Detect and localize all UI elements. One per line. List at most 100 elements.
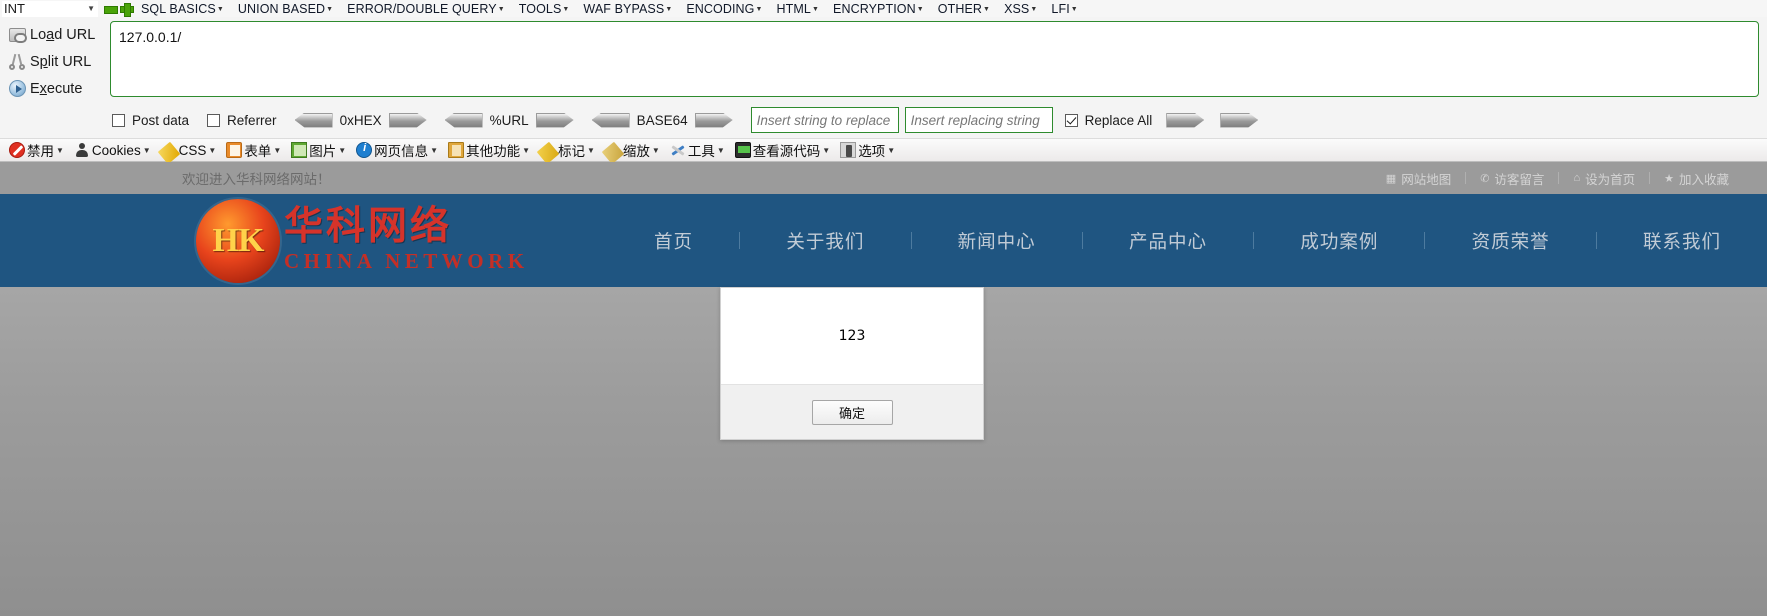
menu-label: ERROR/DOUBLE QUERY (347, 1, 497, 16)
menu-label: HTML (776, 1, 811, 16)
toolbar-item-misc[interactable]: 其他功能 ▼ (443, 140, 535, 160)
nav-item-about[interactable]: 关于我们 (780, 228, 870, 254)
collapse-icon[interactable] (104, 3, 118, 15)
menu-other[interactable]: OTHER▼ (931, 2, 997, 16)
alert-footer: 确定 (721, 384, 983, 439)
nav-item-contact[interactable]: 联系我们 (1637, 228, 1727, 254)
menu-label: ENCODING (686, 1, 755, 16)
toolbar-item-label: CSS (178, 142, 207, 158)
divider (1081, 232, 1083, 249)
toolbar-item-label: 图片 (309, 144, 337, 159)
nav-item-honors[interactable]: 资质荣誉 (1466, 228, 1556, 254)
web-developer-toolbar: 禁用 ▼ Cookies ▼ CSS ▼ 表单 ▼ 图片 ▼ 网页信息 ▼ (0, 138, 1767, 164)
nav-item-news[interactable]: 新闻中心 (952, 228, 1042, 254)
hex-decode-button[interactable] (294, 112, 333, 128)
replace-apply-button[interactable] (1166, 112, 1205, 128)
caret-icon: ▼ (338, 145, 347, 155)
toolbar-item-resize[interactable]: 缩放 ▼ (600, 140, 665, 164)
toolbar-item-label: 查看源代码 (752, 144, 821, 159)
toolbar-item-outline[interactable]: 标记 ▼ (535, 140, 600, 164)
sitemap-icon: ▦ (1385, 172, 1397, 185)
expand-icon[interactable] (120, 2, 134, 17)
brand-name-en: CHINA NETWORK (284, 249, 529, 274)
menu-label: XSS (1004, 1, 1030, 16)
toolbar-item-label: 标记 (558, 144, 585, 159)
menu-union-based[interactable]: UNION BASED▼ (231, 2, 340, 16)
menu-error-double-query[interactable]: ERROR/DOUBLE QUERY▼ (340, 2, 512, 16)
caret-icon: ▼ (522, 145, 530, 155)
menu-label: WAF BYPASS (583, 1, 665, 16)
divider (910, 232, 912, 249)
toolbar-item-forms[interactable]: 表单 ▼ (221, 140, 286, 160)
replace-all-checkbox[interactable]: Replace All (1064, 113, 1152, 128)
menu-encryption[interactable]: ENCRYPTION▼ (826, 2, 931, 16)
load-url-button[interactable]: Load URL (4, 21, 110, 48)
caret-icon: ▼ (208, 145, 217, 155)
url-input[interactable] (110, 21, 1759, 97)
menu-lfi[interactable]: LFI▼ (1044, 2, 1084, 16)
divider (1595, 232, 1597, 249)
caret-icon: ▼ (56, 145, 64, 155)
link-add-favorite[interactable]: ★ 加入收藏 (1650, 169, 1743, 188)
menu-encoding[interactable]: ENCODING▼ (679, 2, 769, 16)
replace-to-input[interactable] (904, 107, 1053, 133)
caret-icon: ▼ (1070, 5, 1078, 13)
split-url-label: Split URL (30, 53, 92, 70)
caret-icon: ▼ (755, 5, 763, 13)
site-topbar-links: ▦ 网站地图 ✆ 访客留言 ⌂ 设为首页 ★ 加入收藏 (1372, 169, 1743, 188)
toolbar-item-tools[interactable]: 工具 ▼ (665, 140, 730, 160)
nav-item-cases[interactable]: 成功案例 (1294, 228, 1384, 254)
link-sitemap[interactable]: ▦ 网站地图 (1372, 169, 1465, 188)
caret-icon: ▼ (430, 145, 439, 155)
star-icon: ★ (1664, 172, 1674, 185)
checkbox-box (112, 113, 125, 127)
logo-monogram-icon: HK (196, 198, 280, 283)
menu-sql-basics[interactable]: SQL BASICS▼ (134, 2, 231, 16)
base64-decode-button[interactable] (591, 112, 630, 128)
site-logo[interactable]: HK 华科网络 CHINA NETWORK (196, 198, 529, 283)
menu-waf-bypass[interactable]: WAF BYPASS▼ (576, 2, 679, 16)
alert-ok-button[interactable]: 确定 (811, 399, 893, 425)
caret-icon: ▼ (273, 145, 282, 155)
caret-icon: ▼ (497, 5, 505, 13)
replace-apply-all-button[interactable] (1220, 112, 1259, 128)
link-guestbook[interactable]: ✆ 访客留言 (1466, 169, 1558, 188)
toolbar-item-options[interactable]: 选项 ▼ (835, 140, 900, 160)
url-encode-button[interactable] (535, 112, 574, 128)
resize-icon (601, 141, 625, 164)
css-icon (157, 141, 180, 164)
menu-tools[interactable]: TOOLS▼ (512, 2, 577, 16)
caret-icon: ▼ (916, 5, 924, 13)
toolbar-item-images[interactable]: 图片 ▼ (286, 140, 351, 160)
view-source-icon (734, 142, 751, 158)
referrer-checkbox[interactable]: Referrer (207, 113, 277, 128)
toolbar-item-cookies[interactable]: Cookies ▼ (69, 142, 156, 158)
nav-item-products[interactable]: 产品中心 (1123, 228, 1213, 254)
chevron-down-icon: ▼ (87, 4, 95, 13)
menu-xss[interactable]: XSS▼ (997, 2, 1044, 16)
url-decode-button[interactable] (444, 112, 483, 128)
caret-icon: ▼ (822, 145, 831, 155)
toolbar-item-page-info[interactable]: 网页信息 ▼ (351, 140, 443, 160)
toolbar-item-css[interactable]: CSS ▼ (156, 140, 222, 164)
execute-icon (4, 80, 30, 97)
toolbar-item-label: 网页信息 (374, 144, 429, 159)
toolbar-item-label: 禁用 (27, 144, 54, 159)
replace-from-input[interactable] (750, 107, 899, 133)
base64-encode-button[interactable] (694, 112, 733, 128)
injection-type-select[interactable]: INT ▼ (2, 0, 98, 17)
caret-icon: ▼ (887, 145, 896, 155)
menu-label: OTHER (937, 1, 983, 16)
hex-encode-button[interactable] (388, 112, 427, 128)
menu-html[interactable]: HTML▼ (770, 2, 826, 16)
link-set-homepage[interactable]: ⌂ 设为首页 (1559, 169, 1649, 188)
nav-item-home[interactable]: 首页 (648, 228, 699, 254)
toolbar-item-disable[interactable]: 禁用 ▼ (4, 140, 69, 160)
post-data-checkbox[interactable]: Post data (112, 113, 189, 128)
split-url-button[interactable]: Split URL (4, 48, 110, 75)
cookies-icon (74, 142, 90, 158)
toolbar-item-label: 表单 (244, 144, 272, 159)
page-content: 欢迎进入华科网络网站！ ▦ 网站地图 ✆ 访客留言 ⌂ 设为首页 ★ 加入收藏 (0, 162, 1767, 616)
execute-button[interactable]: Execute (4, 75, 110, 102)
toolbar-item-view-source[interactable]: 查看源代码 ▼ (730, 140, 835, 160)
